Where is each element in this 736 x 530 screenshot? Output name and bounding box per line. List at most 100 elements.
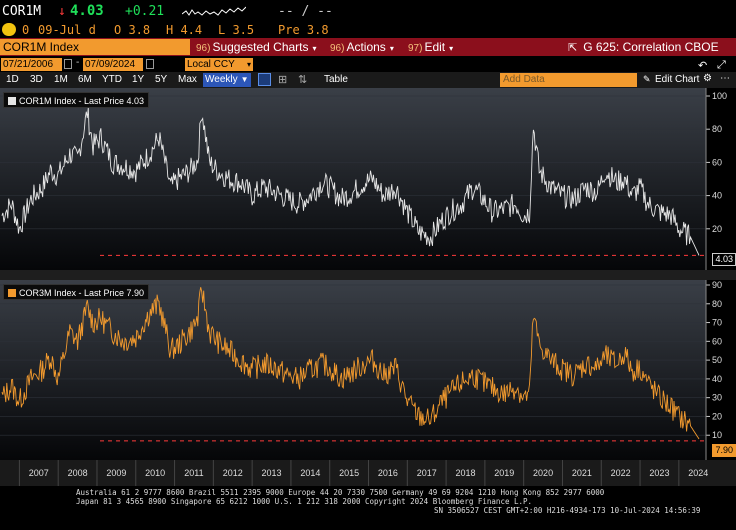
bid-ask: -- / -- xyxy=(278,4,333,19)
period-3d[interactable]: 3D xyxy=(30,74,43,85)
period-1y[interactable]: 1Y xyxy=(132,74,144,85)
chart-panel-cor3m[interactable]: 10 20 30 40 50 60 70 80 90 COR3M Index - Last Pr… xyxy=(0,280,736,460)
ohlc-date: 09-Jul d xyxy=(38,23,96,37)
y-tick-label: 50 xyxy=(712,355,722,365)
line-chart-icon[interactable] xyxy=(258,73,271,86)
calendar-icon[interactable] xyxy=(146,59,154,69)
chart-options-icon[interactable]: ⚙ xyxy=(703,73,712,84)
legend-label: COR1M Index - Last Price 4.03 xyxy=(19,96,145,106)
down-arrow-icon: ↓ xyxy=(58,4,66,19)
frequency-label: Weekly xyxy=(205,74,238,85)
edit-chart-button[interactable]: Edit Chart xyxy=(655,74,699,85)
frequency-select[interactable]: Weekly ▼ xyxy=(203,73,251,87)
ohlc-badge: 0 xyxy=(22,23,30,37)
start-date-input[interactable]: 07/21/2006 xyxy=(1,58,62,71)
y-tick-label: 30 xyxy=(712,393,722,403)
legend-label: COR3M Index - Last Price 7.90 xyxy=(19,288,145,298)
end-date-input[interactable]: 07/09/2024 xyxy=(83,58,143,71)
price-change: +0.21 xyxy=(125,4,165,19)
footer-contacts-2: Japan 81 3 4565 8900 Singapore 65 6212 1… xyxy=(76,497,533,506)
x-tick-label: 2021 xyxy=(572,468,592,478)
period-6m[interactable]: 6M xyxy=(78,74,92,85)
currency-select[interactable]: Local CCY ▾ xyxy=(185,58,253,71)
x-axis-labels: 2007 2008 2009 2010 2011 2012 2013 2014 2015 2016… xyxy=(18,460,708,486)
cor3m-chart[interactable]: 10 20 30 40 50 60 70 80 90 xyxy=(0,280,736,460)
last-price: 4.03 xyxy=(70,3,104,19)
x-tick-label: 2010 xyxy=(145,468,165,478)
legend-cor1m: COR1M Index - Last Price 4.03 xyxy=(3,92,150,108)
period-toolbar: 1D 3D 1M 6M YTD 1Y 5Y Max Weekly ▼ ⊞ ⇅ Ta… xyxy=(0,59,736,88)
table-button[interactable]: Table xyxy=(324,74,348,85)
undo-icon[interactable]: ↶ xyxy=(698,59,707,72)
more-options-icon[interactable]: ⋯ xyxy=(720,73,730,84)
calendar-icon[interactable] xyxy=(64,59,72,69)
date-separator: - xyxy=(76,57,80,68)
x-tick-label: 2015 xyxy=(339,468,359,478)
tools-icon[interactable]: ⇅ xyxy=(298,73,307,86)
page-title: ⇱ G 625: Correlation CBOE xyxy=(568,38,719,56)
caret-down-icon: ▾ xyxy=(246,60,251,69)
x-tick-label: 2013 xyxy=(262,468,282,478)
last-price-tag: 4.03 xyxy=(712,253,736,266)
x-tick-label: 2014 xyxy=(300,468,320,478)
page-title-text: G 625: Correlation CBOE xyxy=(583,40,719,54)
date-range-bar: 07/21/2006 - 07/09/2024 Local CCY ▾ xyxy=(0,57,736,72)
expand-icon[interactable]: ⤢ xyxy=(717,59,726,72)
x-tick-label: 2019 xyxy=(494,468,514,478)
open-value: O 3.8 xyxy=(114,23,151,37)
x-tick-label: 2012 xyxy=(223,468,243,478)
y-tick-label: 40 xyxy=(712,374,722,384)
add-data-input[interactable]: Add Data xyxy=(500,73,637,87)
prev-value: Pre 3.8 xyxy=(278,23,329,37)
y-tick-label: 60 xyxy=(712,336,722,346)
caret-down-icon: ▼ xyxy=(240,75,249,84)
plot-background xyxy=(0,88,706,270)
caret-down-icon: ▾ xyxy=(449,44,454,53)
menu-label: Actions xyxy=(346,40,386,54)
chart-panel-cor1m[interactable]: 20 40 60 80 100 COR1M Index - Last Price 4.0… xyxy=(0,88,736,270)
plot-background xyxy=(0,280,706,460)
settings-badge-icon[interactable] xyxy=(2,23,16,36)
currency-label: Local CCY xyxy=(187,59,235,70)
cor1m-chart[interactable]: 20 40 60 80 100 xyxy=(0,88,736,270)
footer-session: SN 3506527 CEST GMT+2:00 H216-4934-173 1… xyxy=(434,506,701,515)
legend-swatch xyxy=(8,97,16,105)
x-tick-label: 2009 xyxy=(106,468,126,478)
y-tick-label: 20 xyxy=(712,411,722,421)
menu-number: 96) xyxy=(330,43,345,54)
y-tick-label: 60 xyxy=(712,157,722,167)
x-axis: 2007 2008 2009 2010 2011 2012 2013 2014 2015 2016… xyxy=(0,460,736,486)
low-value: L 3.5 xyxy=(218,23,255,37)
x-tick-label: 2007 xyxy=(29,468,49,478)
menu-label: Suggested Charts xyxy=(212,40,309,54)
legend-cor3m: COR3M Index - Last Price 7.90 xyxy=(3,284,150,300)
y-tick-label: 70 xyxy=(712,318,722,328)
security-field[interactable]: COR1M Index xyxy=(0,39,190,55)
x-tick-label: 2008 xyxy=(68,468,88,478)
high-value: H 4.4 xyxy=(166,23,203,37)
x-tick-label: 2011 xyxy=(184,468,203,478)
legend-swatch xyxy=(8,289,16,297)
period-5y[interactable]: 5Y xyxy=(155,74,167,85)
edit-chart-icon[interactable]: ✎ xyxy=(643,74,651,85)
y-tick-label: 10 xyxy=(712,430,722,440)
edit-menu[interactable]: 97) Edit ▾ xyxy=(408,38,453,56)
ohlc-bar: 0 09-Jul d O 3.8 H 4.4 L 3.5 Pre 3.8 xyxy=(0,22,736,38)
period-max[interactable]: Max xyxy=(178,74,197,85)
ticker-symbol[interactable]: COR1M xyxy=(2,4,41,19)
actions-menu[interactable]: 96) Actions ▾ xyxy=(330,38,394,56)
y-tick-label: 20 xyxy=(712,224,722,234)
menu-number: 96) xyxy=(196,43,211,54)
y-tick-label: 100 xyxy=(712,91,727,101)
footer-contacts-1: Australia 61 2 9777 8600 Brazil 5511 239… xyxy=(76,488,605,497)
chart-type-icon[interactable]: ⊞ xyxy=(278,73,287,86)
period-1m[interactable]: 1M xyxy=(54,74,68,85)
x-tick-label: 2018 xyxy=(455,468,475,478)
y-tick-label: 40 xyxy=(712,191,722,201)
period-ytd[interactable]: YTD xyxy=(102,74,122,85)
suggested-charts-menu[interactable]: 96) Suggested Charts ▾ xyxy=(196,38,317,56)
period-1d[interactable]: 1D xyxy=(6,74,19,85)
launch-icon[interactable]: ⇱ xyxy=(568,42,577,54)
panel-separator[interactable] xyxy=(0,270,736,280)
menu-number: 97) xyxy=(408,43,423,54)
